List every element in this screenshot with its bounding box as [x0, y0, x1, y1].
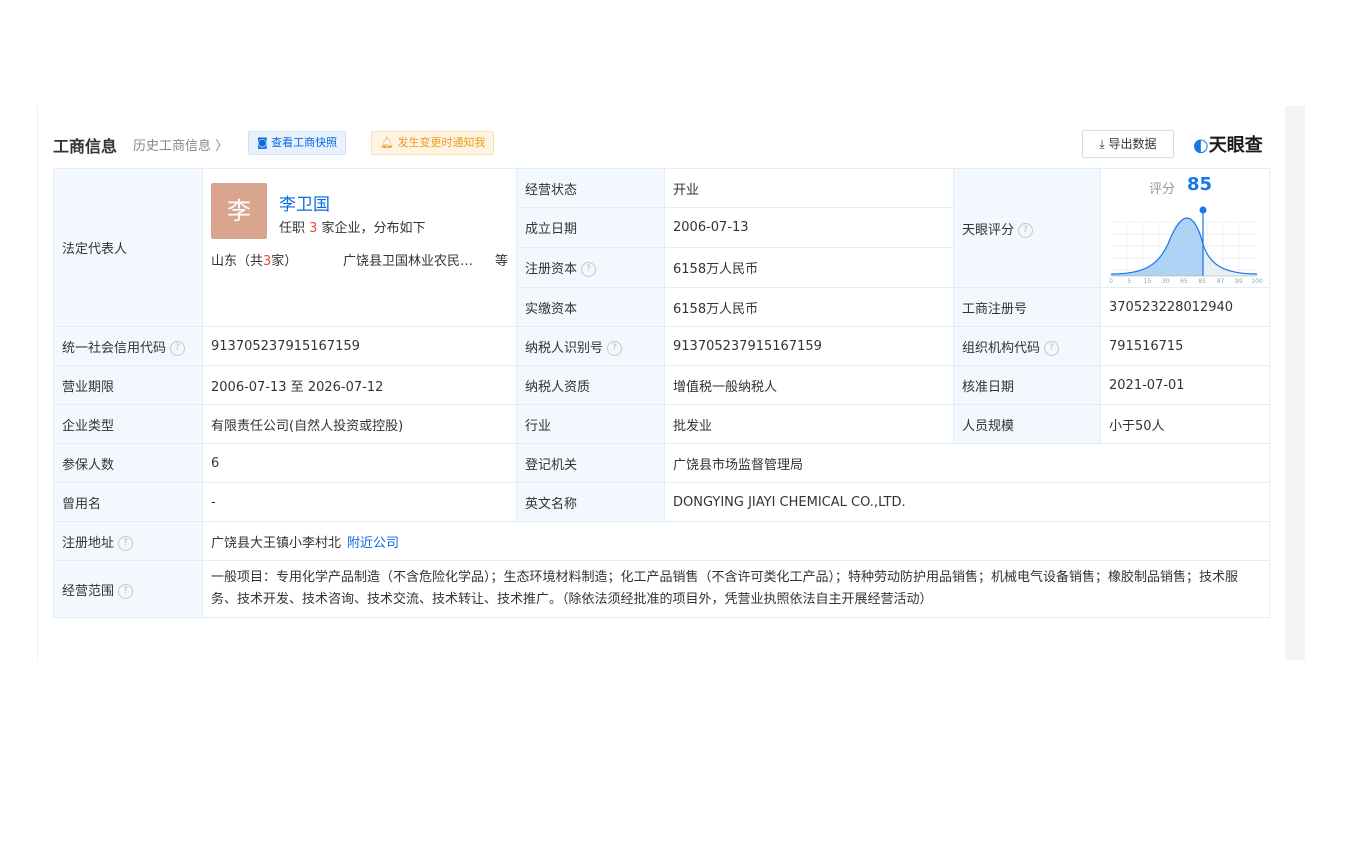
- legal-rep-more[interactable]: 等: [495, 250, 508, 269]
- authority-label: 登记机关: [516, 443, 665, 483]
- scrollbar-track[interactable]: [1285, 106, 1305, 660]
- score-distribution-chart: 0 5 15 30 65 85 97 99 100: [1109, 206, 1263, 284]
- help-icon[interactable]: ?: [1044, 340, 1060, 356]
- legal-rep-company-link[interactable]: 广饶县卫国林业农民…: [343, 250, 473, 269]
- reg-capital-value: 6158万人民币: [664, 247, 954, 288]
- score-label: 天眼评分?: [953, 168, 1101, 288]
- score-axis-tick: 5: [1127, 278, 1131, 284]
- org-code-value: 791516715: [1100, 326, 1270, 366]
- legal-rep-positions: 任职 3 家企业，分布如下: [279, 220, 426, 236]
- term-value: 2006-07-13 至 2026-07-12: [202, 365, 517, 405]
- help-icon[interactable]: ?: [607, 340, 623, 356]
- score-axis-tick: 65: [1180, 278, 1188, 284]
- bell-icon: 🔔︎: [380, 136, 398, 149]
- credit-code-value: 913705237915167159: [202, 326, 517, 366]
- staff-value: 小于50人: [1100, 404, 1270, 444]
- english-name-value: DONGYING JIAYI CHEMICAL CO.,LTD.: [664, 482, 1270, 522]
- scope-label: 经营范围?: [53, 560, 203, 618]
- help-icon[interactable]: ?: [118, 583, 134, 599]
- legal-rep-name[interactable]: 李卫国: [279, 190, 330, 215]
- org-code-label: 组织机构代码?: [953, 326, 1101, 366]
- reg-capital-label: 注册资本?: [516, 247, 665, 288]
- taxpayer-qual-label: 纳税人资质: [516, 365, 665, 405]
- insured-label: 参保人数: [53, 443, 203, 483]
- score-axis-tick: 100: [1251, 278, 1263, 284]
- type-value: 有限责任公司(自然人投资或控股): [202, 404, 517, 444]
- insured-value: 6: [202, 443, 517, 483]
- score-axis-tick: 85: [1198, 278, 1206, 284]
- reg-no-label: 工商注册号: [953, 287, 1101, 327]
- legal-rep-cell: 李 李卫国 任职 3 家企业，分布如下 山东（共3家） 广饶县卫国林业农民… 等: [202, 168, 517, 327]
- authority-value: 广饶县市场监督管理局: [664, 443, 1270, 483]
- avatar[interactable]: 李: [211, 182, 267, 239]
- score-axis-tick: 99: [1235, 278, 1243, 284]
- type-label: 企业类型: [53, 404, 203, 444]
- score-axis-tick: 0: [1109, 278, 1113, 284]
- industry-value: 批发业: [664, 404, 954, 444]
- tianyancha-logo: ◐天眼查: [1193, 135, 1263, 156]
- nearby-companies-link[interactable]: 附近公司: [347, 536, 399, 551]
- legal-rep-label: 法定代表人: [53, 168, 203, 327]
- address-value: 广饶县大王镇小李村北 附近公司: [202, 521, 1270, 561]
- approval-value: 2021-07-01: [1100, 365, 1270, 405]
- address-label: 注册地址?: [53, 521, 203, 561]
- logo-icon: ◐: [1193, 135, 1209, 156]
- approval-label: 核准日期: [953, 365, 1101, 405]
- taxpayer-id-value: 913705237915167159: [664, 326, 954, 366]
- score-area-filled: [1111, 218, 1203, 276]
- download-icon: ⤓: [1099, 137, 1109, 151]
- section-header: 工商信息 历史工商信息 〉 ◙ 查看工商快照 🔔︎ 发生变更时通知我 ⤓ 导出数…: [53, 128, 1269, 160]
- paid-capital-value: 6158万人民币: [664, 287, 954, 327]
- taxpayer-qual-value: 增值税一般纳税人: [664, 365, 954, 405]
- score-title: 评分: [1149, 182, 1176, 197]
- section-title: 工商信息: [53, 137, 118, 156]
- help-icon[interactable]: ?: [1018, 222, 1034, 238]
- founded-label: 成立日期: [516, 207, 665, 248]
- score-axis-tick: 97: [1217, 278, 1225, 284]
- taxpayer-id-label: 纳税人识别号?: [516, 326, 665, 366]
- industry-label: 行业: [516, 404, 665, 444]
- score-axis-tick: 30: [1162, 278, 1170, 284]
- founded-value: 2006-07-13: [664, 207, 954, 248]
- reg-no-value: 370523228012940: [1100, 287, 1270, 327]
- paid-capital-label: 实缴资本: [516, 287, 665, 327]
- legal-rep-region[interactable]: 山东（共3家）: [211, 250, 297, 269]
- former-name-value: -: [202, 482, 517, 522]
- camera-icon: ◙: [257, 136, 272, 149]
- score-cell: 评分 85 0 5 15 30 65 85 97 99 100: [1100, 168, 1270, 288]
- score-value: 85: [1187, 174, 1213, 195]
- help-icon[interactable]: ?: [581, 262, 597, 277]
- english-name-label: 英文名称: [516, 482, 665, 522]
- snapshot-button[interactable]: ◙ 查看工商快照: [248, 131, 347, 155]
- export-button[interactable]: ⤓ 导出数据: [1082, 130, 1174, 158]
- term-label: 营业期限: [53, 365, 203, 405]
- history-link[interactable]: 历史工商信息 〉: [133, 135, 228, 154]
- credit-code-label: 统一社会信用代码?: [53, 326, 203, 366]
- score-axis-tick: 15: [1144, 278, 1152, 284]
- help-icon[interactable]: ?: [118, 535, 134, 551]
- status-label: 经营状态: [516, 168, 665, 208]
- notify-button[interactable]: 🔔︎ 发生变更时通知我: [371, 131, 495, 155]
- staff-label: 人员规模: [953, 404, 1101, 444]
- scope-value: 一般项目：专用化学产品制造（不含危险化学品）；生态环境材料制造；化工产品销售（不…: [202, 560, 1270, 618]
- score-marker-pin: [1199, 206, 1207, 214]
- business-info-table: 法定代表人 李 李卫国 任职 3 家企业，分布如下 山东（共3家） 广饶县卫国林…: [53, 168, 1270, 618]
- help-icon[interactable]: ?: [170, 340, 186, 356]
- status-value: 开业: [664, 168, 954, 208]
- former-name-label: 曾用名: [53, 482, 203, 522]
